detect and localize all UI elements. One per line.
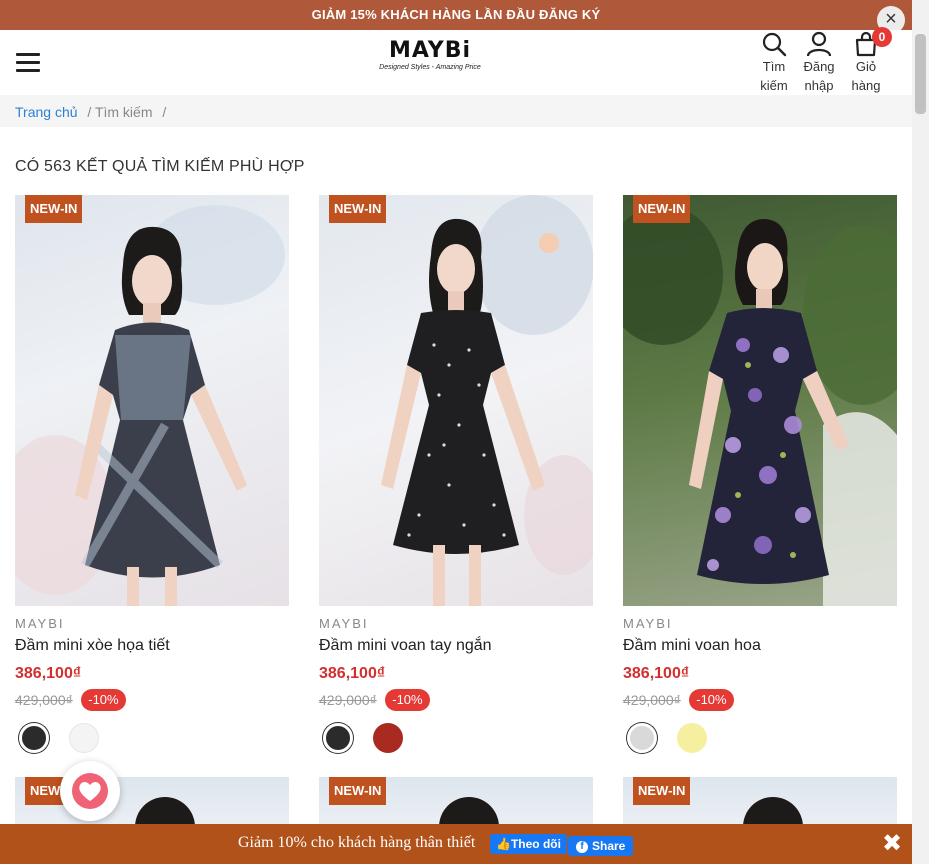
discount-badge: -10% [81,689,126,711]
model-photo-illustration [381,195,593,606]
color-swatch[interactable] [69,723,100,753]
facebook-share-button[interactable]: f Share [568,836,634,856]
product-image[interactable]: NEW-IN [623,195,897,606]
product-brand: MAYBI [15,616,65,631]
facebook-follow-button[interactable]: 👍Theo dõi [490,834,567,854]
login-label-line1: Đăng [803,59,835,74]
color-swatch[interactable] [19,723,49,753]
color-swatch[interactable] [627,723,657,753]
share-label: Share [592,839,626,853]
thumbs-up-icon: 👍 [496,837,511,851]
page: GIẢM 15% KHÁCH HÀNG LẦN ĐẦU ĐĂNG KÝ × MA… [0,0,929,864]
color-swatch[interactable] [677,723,708,753]
follow-label: Theo dõi [510,837,561,851]
product-price: 386,100₫ [623,665,690,682]
product-name-link[interactable]: Đầm mini xòe họa tiết [15,637,289,655]
search-label-line1: Tìm [762,59,786,74]
product-name-link[interactable]: Đầm mini voan tay ngắn [319,637,593,655]
loyalty-text: Giảm 10% cho khách hàng thân thiết [238,834,476,851]
loyalty-bar: Giảm 10% cho khách hàng thân thiết 👍Theo… [0,824,912,864]
new-in-badge: NEW-IN [633,195,691,223]
cart-count-badge: 0 [872,27,892,47]
heart-icon-bg [72,773,108,809]
color-swatch[interactable] [323,723,353,753]
promo-banner[interactable]: GIẢM 15% KHÁCH HÀNG LẦN ĐẦU ĐĂNG KÝ [0,0,912,30]
scrollbar-thumb[interactable] [915,34,926,114]
site-logo[interactable]: MAYBi Designed Styles - Amazing Price [360,38,500,71]
cart-label-line2: hàng [851,78,881,93]
logo-tagline: Designed Styles - Amazing Price [379,64,481,71]
product-card[interactable]: NEW-IN MAYBI Đầm mini voan hoa 386,100₫ … [623,195,897,753]
product-brand: MAYBI [319,616,369,631]
product-image[interactable]: NEW-IN [15,195,289,606]
color-swatches [15,723,289,753]
product-brand: MAYBI [623,616,673,631]
product-name-link[interactable]: Đầm mini voan hoa [623,637,897,655]
new-in-badge: NEW-IN [633,777,691,805]
product-old-price: 429,000₫ [15,692,73,708]
breadcrumb-current: Tìm kiếm [94,104,153,120]
cart-button[interactable]: 0 Giỏ hàng [844,27,892,96]
new-in-badge: NEW-IN [25,195,83,223]
product-old-price: 429,000₫ [623,692,681,708]
close-icon[interactable]: ✖ [880,830,904,858]
login-button[interactable]: Đăng nhập [797,31,841,96]
color-swatches [623,723,897,753]
login-label-line2: nhập [804,78,834,93]
scrollbar[interactable] [912,0,929,864]
wishlist-floating-button[interactable] [60,761,120,821]
product-image[interactable]: NEW-IN [319,195,593,606]
product-old-price: 429,000₫ [319,692,377,708]
search-label-line2: kiếm [760,78,788,93]
model-photo-illustration [623,205,897,606]
logo-wordmark: MAYBi [388,38,472,63]
results-heading: CÓ 563 KẾT QUẢ TÌM KIẾM PHÙ HỢP [15,158,305,175]
breadcrumb-home-link[interactable]: Trang chủ [15,104,78,120]
search-icon [762,32,787,57]
menu-icon[interactable] [16,53,40,73]
discount-badge: -10% [689,689,734,711]
product-card[interactable]: NEW-IN MAYBI Đầm mini xòe họa tiết 386,1… [15,195,289,753]
color-swatches [319,723,593,753]
facebook-icon: f [576,840,588,853]
new-in-badge: NEW-IN [329,777,387,805]
product-price: 386,100₫ [319,665,386,682]
promo-text: GIẢM 15% KHÁCH HÀNG LẦN ĐẦU ĐĂNG KÝ [311,7,601,22]
site-header: MAYBi Designed Styles - Amazing Price Tì… [0,27,912,96]
heart-icon [79,782,101,801]
discount-badge: -10% [385,689,430,711]
breadcrumb-separator: / [162,104,167,120]
search-button[interactable]: Tìm kiếm [752,31,796,96]
cart-label-line1: Giỏ [855,59,877,74]
breadcrumb: Trang chủ / Tìm kiếm / [0,95,912,127]
color-swatch[interactable] [373,723,404,753]
product-price: 386,100₫ [15,665,82,682]
user-icon [806,31,832,57]
product-card[interactable]: NEW-IN MAYBI Đầm mini voan tay ngắn 386,… [319,195,593,753]
breadcrumb-separator: / [87,104,92,120]
model-photo-illustration [15,205,285,606]
new-in-badge: NEW-IN [329,195,387,223]
